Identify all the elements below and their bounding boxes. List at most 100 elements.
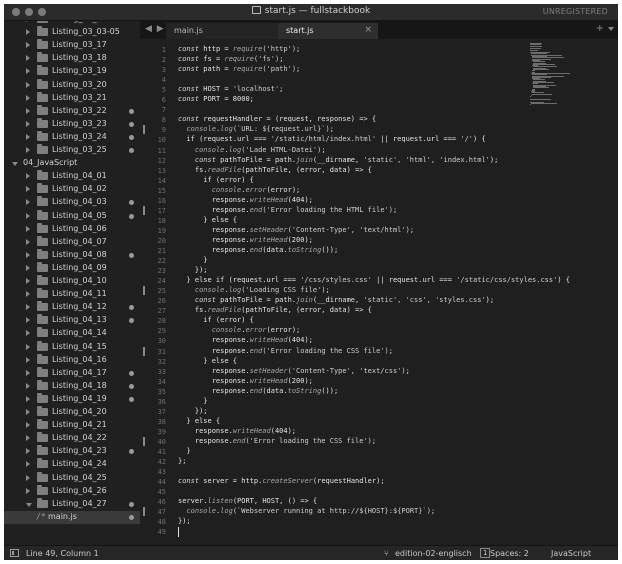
close-tab-icon[interactable]: × (364, 25, 372, 35)
cursor-position[interactable]: Line 49, Column 1 (26, 549, 99, 558)
code-token: fs = (203, 55, 225, 64)
sidebar-item[interactable]: Listing_04_14 (4, 327, 140, 340)
sidebar-item[interactable]: Listing_04_01 (4, 170, 140, 183)
sidebar-item[interactable]: Listing_03_19 (4, 65, 140, 78)
sidebar-item[interactable]: Listing_04_03 (4, 196, 140, 209)
sidebar-item[interactable]: Listing_04_07 (4, 235, 140, 249)
code-line[interactable]: const PORT = 8000; (178, 94, 254, 105)
sidebar-item[interactable]: Listing_04_24 (4, 458, 140, 471)
sidebar-item[interactable]: Listing_03_20 (4, 78, 140, 92)
sidebar-item[interactable]: Listing_04_25 (4, 471, 140, 485)
tab-start-js[interactable]: start.js × (278, 23, 378, 39)
sidebar-item[interactable]: /* main.js (4, 510, 140, 524)
code-token: ('http') (262, 45, 297, 53)
folder-icon (37, 445, 48, 456)
code-token: response. (178, 376, 250, 385)
minimap[interactable] (530, 43, 574, 107)
sidebar-item[interactable]: Listing_04_06 (4, 222, 140, 236)
sidebar-item[interactable]: Listing_04_08 (4, 248, 140, 262)
sidebar-item[interactable]: Listing_04_10 (4, 275, 140, 288)
sidebar-item[interactable]: Listing_04_11 (4, 288, 140, 301)
code-token: console (194, 145, 225, 154)
folder-icon (37, 327, 48, 338)
folder-icon (37, 340, 48, 351)
sidebar-item[interactable]: Listing_04_15 (4, 340, 140, 354)
line-number: 16 (157, 196, 166, 205)
sidebar-item[interactable]: Listing_03_25 (4, 144, 140, 157)
sidebar-item[interactable]: Listing_04_02 (4, 183, 140, 196)
sidebar-item-label: 04_JavaScript (23, 158, 78, 168)
code-line[interactable]: }); (178, 516, 191, 527)
line-number: 15 (157, 186, 166, 195)
code-line[interactable]: }; (178, 456, 186, 467)
toggle-sidebar-icon[interactable] (10, 549, 19, 557)
sidebar-item[interactable]: Listing_03_18 (4, 52, 140, 65)
line-number: 32 (157, 357, 166, 366)
new-tab-icon[interactable]: + (596, 23, 604, 34)
git-branch[interactable]: edition-02-englisch (395, 549, 472, 558)
code-token: 'static', 'css', 'styles.css' (363, 296, 486, 305)
sidebar-item[interactable]: Listing_04_18 (4, 379, 140, 393)
chevron-right-icon (26, 395, 30, 402)
code-line[interactable]: const path = require('path'); (178, 64, 300, 75)
sidebar-item[interactable]: Listing_03_23 (4, 117, 140, 131)
sidebar-item[interactable]: Listing_04_26 (4, 484, 140, 498)
sidebar-item[interactable]: Listing_03_24 (4, 130, 140, 144)
folder-icon (37, 52, 48, 63)
tab-nav-arrows-icon[interactable]: ◀ ▶ (145, 24, 165, 34)
chevron-right-icon (26, 225, 30, 232)
code-token: pathToFile = path. (220, 296, 297, 305)
sidebar-item[interactable]: Listing_03_21 (4, 91, 140, 105)
tab-main-js[interactable]: main.js (166, 23, 278, 39)
sidebar-item[interactable]: Listing_04_21 (4, 419, 140, 432)
sidebar-item[interactable]: Listing_04_20 (4, 406, 140, 419)
minimap-line (532, 83, 538, 84)
indentation-setting[interactable]: Spaces: 2 (490, 549, 529, 558)
syntax-mode[interactable]: JavaScript (551, 549, 591, 558)
sidebar-item[interactable]: Listing_04_05 (4, 209, 140, 223)
minimap-line (531, 95, 532, 96)
chevron-right-icon (26, 461, 30, 468)
code-token: end (249, 246, 263, 254)
sidebar-item[interactable]: Listing_03_22 (4, 104, 140, 118)
code-token: error (245, 326, 267, 335)
code-area[interactable]: const http = require('http'); const fs = … (178, 39, 570, 545)
sidebar-item[interactable]: 04_JavaScript (4, 157, 140, 170)
code-token: log (220, 507, 233, 516)
code-line[interactable]: const server = http.createServer(request… (178, 476, 385, 487)
sidebar-item-label: Listing_04_25 (52, 472, 107, 482)
code-editor[interactable]: 1 2 3 4 5 6 7 8 9 10 11 12 13 14 15 16 17 18 19 20 21 22 23 24 2… (140, 39, 618, 545)
chevron-right-icon (26, 343, 30, 350)
code-line[interactable]: response.end('Error loading the CSS file… (178, 436, 376, 447)
sidebar-item[interactable]: Listing_04_27 (4, 497, 140, 511)
folder-icon (37, 406, 48, 416)
modified-dot-icon (129, 134, 134, 140)
unregistered-label: UNREGISTERED (542, 7, 608, 16)
minimap-line (533, 87, 549, 88)
chevron-right-icon (26, 238, 30, 245)
sidebar-item[interactable]: Listing_04_22 (4, 432, 140, 445)
line-number: 27 (157, 307, 166, 316)
sidebar-item[interactable]: Listing_04_09 (4, 261, 140, 275)
code-token: end (249, 346, 263, 355)
sidebar-item[interactable]: Listing_04_16 (4, 353, 140, 367)
sidebar-item-label: Listing_04_23 (52, 446, 107, 456)
code-token: ('Error loading the CSS file') (262, 346, 389, 355)
tab-menu-chevron-down-icon[interactable] (608, 27, 614, 31)
sidebar-item[interactable]: Listing_04_23 (4, 445, 140, 458)
code-token: (`Webserver running at http://${HOST}:${… (232, 507, 431, 516)
minimap-line (532, 74, 547, 75)
code-token: response. (178, 205, 250, 214)
code-token: response. (178, 235, 250, 244)
editor-window: start.js — fullstackbook UNREGISTERED Li… (4, 4, 618, 560)
code-line[interactable]: console.log(`Webserver running at http:/… (178, 506, 435, 517)
sidebar-item[interactable]: Listing_04_12 (4, 301, 140, 314)
sidebar-item[interactable]: Listing_04_13 (4, 314, 140, 327)
sidebar-item[interactable]: Listing_03_17 (4, 39, 140, 52)
code-token: ; (405, 366, 410, 375)
sidebar-item[interactable]: Listing_04_19 (4, 392, 140, 406)
sidebar-item[interactable]: Listing_03_03-05 (4, 26, 140, 39)
code-token: ; (430, 507, 436, 516)
line-number: 2 (161, 56, 166, 65)
sidebar-item[interactable]: Listing_04_17 (4, 366, 140, 380)
